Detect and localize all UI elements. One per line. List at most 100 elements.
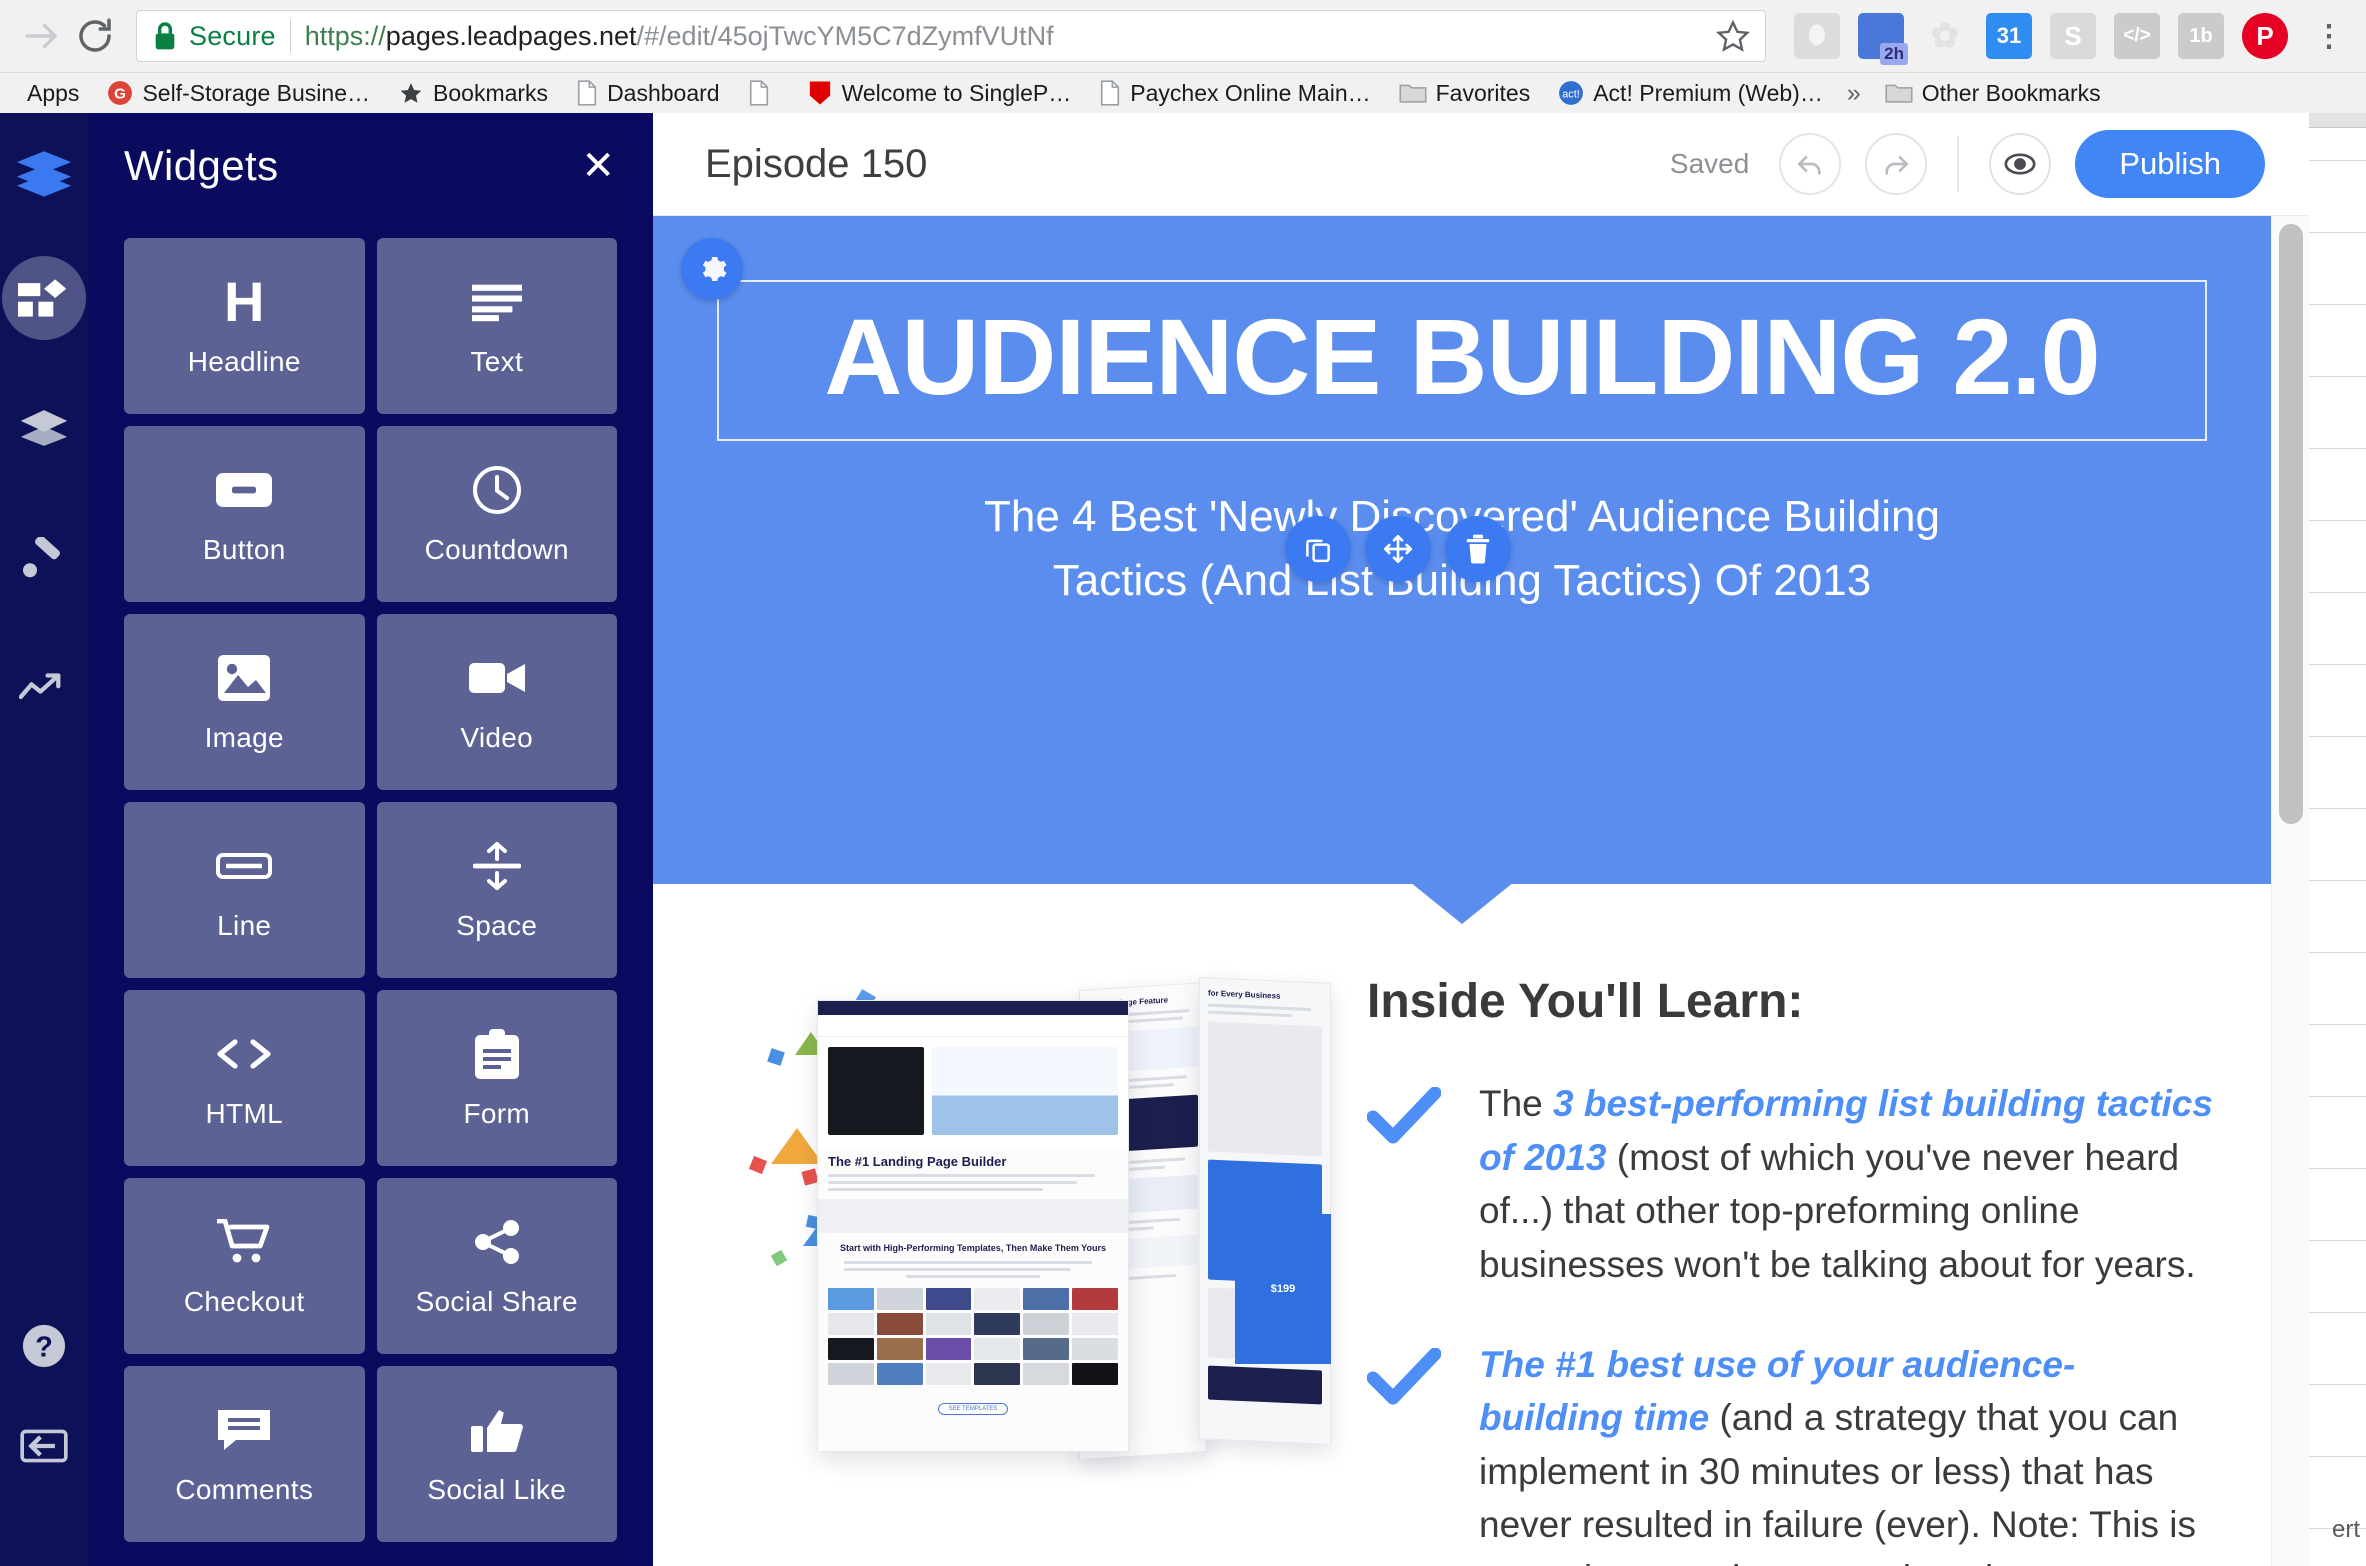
bookmark-other-bookmarks[interactable]: Other Bookmarks xyxy=(1871,80,2115,107)
address-bar[interactable]: Secure https://pages.leadpages.net/#/edi… xyxy=(136,10,1766,62)
widget-tile-button[interactable]: Button xyxy=(124,426,365,602)
widget-tile-comments[interactable]: Comments xyxy=(124,1366,365,1542)
widget-tile-form[interactable]: Form xyxy=(376,990,617,1166)
checkmark-icon xyxy=(1366,1077,1442,1292)
bookmark-singleplatform[interactable]: Welcome to SingleP… xyxy=(793,79,1086,107)
redo-arrow-icon[interactable] xyxy=(1865,133,1928,195)
editor-toolbar-actions: Saved Publish xyxy=(1670,130,2265,198)
widget-label: HTML xyxy=(205,1098,283,1129)
scroll-thumb[interactable] xyxy=(2279,224,2303,824)
bookmark-label: Welcome to SingleP… xyxy=(841,79,1072,106)
image-icon xyxy=(218,650,271,706)
checkmark-icon xyxy=(1366,1338,1442,1566)
bookmark-star-icon[interactable] xyxy=(1699,18,1751,54)
share-nodes-icon xyxy=(473,1214,521,1270)
line-divider-icon xyxy=(216,838,273,894)
video-camera-icon xyxy=(468,650,525,706)
widget-tile-video[interactable]: Video xyxy=(376,614,617,790)
page-icon xyxy=(576,80,598,106)
headline-h-icon: H xyxy=(224,270,265,333)
close-icon[interactable]: ✕ xyxy=(581,146,615,186)
mockup-right-heading: for Every Business xyxy=(1208,988,1281,1001)
skype-extension-icon[interactable]: S xyxy=(2050,13,2096,59)
text-lines-icon xyxy=(471,274,522,330)
reload-icon[interactable] xyxy=(68,9,122,63)
omnibox-divider xyxy=(289,19,291,53)
widgets-grid: H Headline Text Button Countdown Image V… xyxy=(88,218,653,1542)
widget-tile-html[interactable]: HTML xyxy=(124,990,365,1166)
star-icon xyxy=(398,80,424,106)
bookmark-paychex[interactable]: Paychex Online Main… xyxy=(1085,80,1384,107)
widget-label: Social Like xyxy=(427,1474,567,1505)
chrome-menu-icon[interactable]: ⋮ xyxy=(2306,13,2352,59)
widget-tile-image[interactable]: Image xyxy=(124,614,365,790)
widget-label: Comments xyxy=(175,1474,314,1505)
publish-button[interactable]: Publish xyxy=(2075,130,2265,198)
calendar-extension-icon[interactable]: 31 xyxy=(1986,13,2032,59)
duplicate-icon[interactable] xyxy=(1285,516,1351,582)
mockup-page-3: for Every Business xyxy=(1199,977,1331,1445)
widget-tile-text[interactable]: Text xyxy=(376,238,617,414)
collapse-panel-icon[interactable] xyxy=(0,1396,88,1496)
url-host: pages.leadpages.net xyxy=(385,20,637,51)
svg-text:?: ? xyxy=(35,1332,53,1364)
sidebar-item-widgets[interactable] xyxy=(0,233,88,363)
undo-arrow-icon[interactable] xyxy=(1779,133,1842,195)
mockup-header xyxy=(818,1015,1128,1037)
widget-tile-social-like[interactable]: Social Like xyxy=(376,1366,617,1542)
vertical-scrollbar[interactable] xyxy=(2271,216,2309,1566)
bookmarks-overflow-button[interactable]: » xyxy=(1837,79,1871,108)
editor-toolbar: Episode 150 Saved Publish xyxy=(653,113,2309,216)
bookmark-bookmarks[interactable]: Bookmarks xyxy=(384,80,562,107)
toggl-timer-extension-icon[interactable]: 2h xyxy=(1858,13,1908,65)
gear-icon[interactable] xyxy=(681,238,743,300)
widget-label: Social Share xyxy=(415,1286,578,1317)
move-arrows-icon[interactable] xyxy=(1365,516,1431,582)
red-shield-icon xyxy=(807,79,833,107)
widget-tile-line[interactable]: Line xyxy=(124,802,365,978)
sidebar-item-sections[interactable] xyxy=(0,363,88,493)
editor-canvas: Episode 150 Saved Publish AUDIENCE BUILD… xyxy=(653,113,2309,1566)
widget-label: Form xyxy=(463,1098,531,1129)
bookmark-self-storage[interactable]: G Self-Storage Busine… xyxy=(93,80,384,107)
widget-label: Video xyxy=(460,722,534,753)
headline-element[interactable]: AUDIENCE BUILDING 2.0 xyxy=(717,280,2207,442)
learn-bullet: The #1 best use of your audience-buildin… xyxy=(1366,1338,2217,1566)
svg-text:G: G xyxy=(115,85,127,102)
bookmark-act-premium[interactable]: act! Act! Premium (Web)… xyxy=(1544,80,1837,107)
folder-icon xyxy=(1399,81,1427,105)
bookmark-favorites-folder[interactable]: Favorites xyxy=(1385,80,1545,107)
pocket-extension-icon[interactable] xyxy=(1794,13,1840,59)
evernote-extension-icon[interactable]: ✿ xyxy=(1922,13,1968,59)
widget-tile-social-share[interactable]: Social Share xyxy=(376,1178,617,1354)
page-preview: AUDIENCE BUILDING 2.0 The 4 Best 'Newly … xyxy=(653,216,2271,1566)
forward-arrow-icon[interactable] xyxy=(14,9,68,63)
leadpages-logo-icon[interactable] xyxy=(0,113,88,233)
trash-icon[interactable] xyxy=(1445,516,1511,582)
bookmark-apps[interactable]: Apps xyxy=(14,80,93,107)
widget-label: Image xyxy=(204,722,284,753)
widget-tile-headline[interactable]: H Headline xyxy=(124,238,365,414)
pinterest-extension-icon[interactable]: P xyxy=(2242,13,2288,59)
bitly-extension-icon[interactable]: 1b xyxy=(2178,13,2224,59)
help-question-icon[interactable]: ? xyxy=(0,1296,88,1396)
eye-preview-icon[interactable] xyxy=(1989,133,2052,195)
learn-bullet: The 3 best-performing list building tact… xyxy=(1366,1077,2217,1292)
sidebar-item-styles[interactable] xyxy=(0,493,88,623)
mockup-hero xyxy=(818,1037,1128,1149)
page-icon xyxy=(748,80,770,106)
code-extension-icon[interactable]: </> xyxy=(2114,13,2160,59)
headline-text: AUDIENCE BUILDING 2.0 xyxy=(824,296,2100,417)
widget-tile-space[interactable]: Space xyxy=(376,802,617,978)
address-bar-url: https://pages.leadpages.net/#/edit/45ojT… xyxy=(305,21,1054,52)
left-icon-rail: ? xyxy=(0,113,88,1566)
clipboard-form-icon xyxy=(474,1026,519,1082)
widgets-panel-title: Widgets xyxy=(124,141,279,189)
bookmark-dashboard[interactable]: Dashboard xyxy=(562,80,734,107)
widget-tile-countdown[interactable]: Countdown xyxy=(376,426,617,602)
act-icon: act! xyxy=(1558,80,1584,106)
widget-tile-checkout[interactable]: Checkout xyxy=(124,1178,365,1354)
sidebar-item-analytics[interactable] xyxy=(0,623,88,753)
learn-heading: Inside You'll Learn: xyxy=(1367,975,1804,1028)
bookmark-untitled[interactable] xyxy=(734,80,793,106)
